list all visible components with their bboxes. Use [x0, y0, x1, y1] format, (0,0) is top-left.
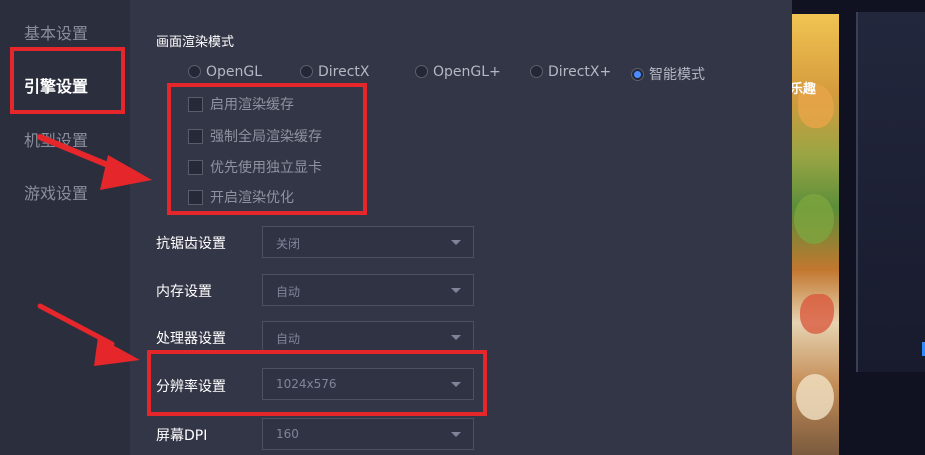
radio-circle-icon: [300, 65, 313, 78]
antialias-label: 抗锯齿设置: [156, 236, 226, 252]
dpi-label: 屏幕DPI: [156, 428, 208, 444]
select-value: 关闭: [276, 237, 301, 251]
sidebar-item-basic[interactable]: 基本设置: [24, 20, 88, 44]
radio-directx-plus[interactable]: DirectX+: [530, 64, 611, 80]
sidebar-item-device[interactable]: 机型设置: [24, 127, 88, 151]
radio-label: DirectX: [318, 64, 370, 80]
select-value: 自动: [276, 285, 301, 299]
memory-label: 内存设置: [156, 284, 212, 300]
radio-label: DirectX+: [548, 64, 612, 80]
radio-directx[interactable]: DirectX: [300, 64, 370, 80]
game-preview: 乐趣: [792, 0, 925, 455]
radio-smart-mode[interactable]: 智能模式: [631, 64, 705, 84]
cpu-label: 处理器设置: [156, 331, 226, 347]
radio-label: OpenGL: [206, 64, 263, 80]
highlight-box-resolution: [147, 350, 487, 416]
render-mode-title: 画面渲染模式: [156, 35, 235, 50]
chevron-down-icon: [451, 288, 461, 293]
highlight-box-engine-settings: [10, 47, 125, 114]
radio-selected-icon: [631, 68, 644, 81]
select-value: 自动: [276, 332, 301, 346]
antialias-select[interactable]: 关闭: [262, 226, 474, 258]
game-side-panel: [856, 12, 925, 372]
banner-text: 乐趣: [792, 82, 817, 97]
game-banner-image: 乐趣: [792, 14, 839, 455]
chevron-down-icon: [451, 240, 461, 245]
memory-select[interactable]: 自动: [262, 274, 474, 306]
select-value: 160: [276, 427, 299, 441]
chevron-down-icon: [451, 335, 461, 340]
highlight-box-render-options: [167, 83, 367, 215]
dpi-select[interactable]: 160: [262, 418, 474, 450]
radio-label: 智能模式: [649, 67, 705, 83]
radio-opengl-plus[interactable]: OpenGL+: [415, 64, 501, 80]
radio-circle-icon: [530, 65, 543, 78]
sidebar-item-game[interactable]: 游戏设置: [24, 180, 88, 204]
radio-opengl[interactable]: OpenGL: [188, 64, 262, 80]
cpu-select[interactable]: 自动: [262, 321, 474, 353]
radio-label: OpenGL+: [433, 64, 501, 80]
radio-circle-icon: [188, 65, 201, 78]
chevron-down-icon: [451, 432, 461, 437]
radio-circle-icon: [415, 65, 428, 78]
